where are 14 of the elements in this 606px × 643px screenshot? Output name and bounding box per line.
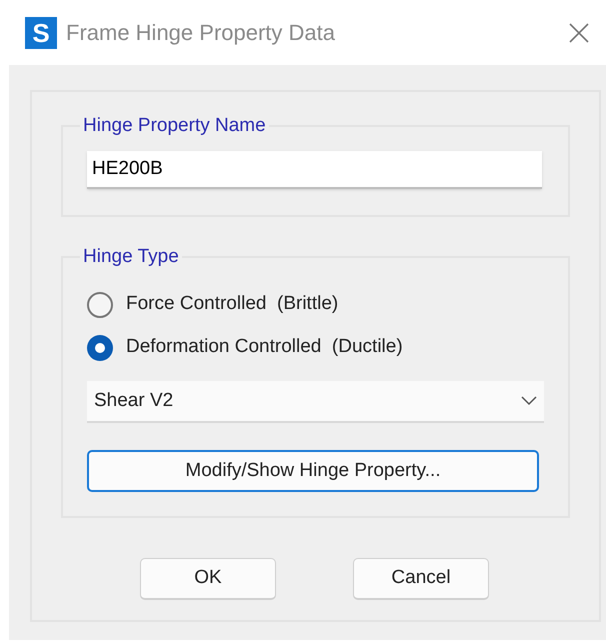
hinge-dropdown[interactable]: Shear V2 [87, 381, 544, 423]
app-logo-icon: S [25, 16, 57, 48]
chevron-down-icon [521, 396, 537, 406]
radio-button[interactable] [87, 292, 113, 318]
group-legend: Hinge Type [80, 242, 182, 271]
window-title: Frame Hinge Property Data [66, 19, 335, 47]
radio-label: Deformation Controlled (Ductile) [126, 335, 403, 360]
dialog-button[interactable]: Cancel [353, 558, 489, 600]
modify-show-button[interactable]: Modify/Show Hinge Property... [87, 450, 539, 492]
dialog-button[interactable]: OK [140, 558, 276, 600]
radio-button[interactable] [87, 334, 113, 360]
group-legend: Hinge Property Name [80, 112, 269, 140]
name-input-field[interactable]: HE200B [87, 150, 542, 188]
radio-label: Force Controlled (Brittle) [126, 292, 338, 316]
